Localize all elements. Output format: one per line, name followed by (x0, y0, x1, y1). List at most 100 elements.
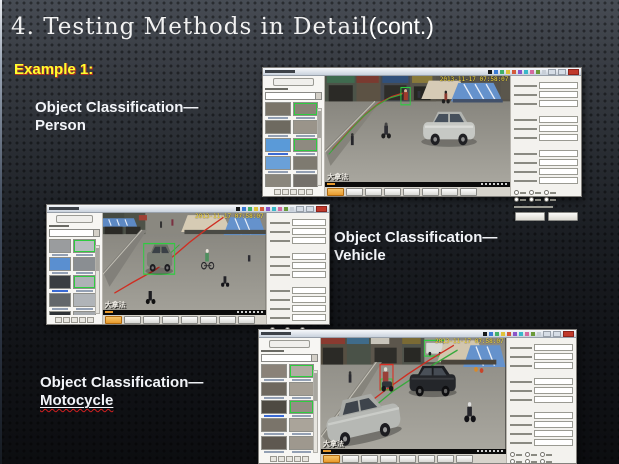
detection-thumbnail[interactable] (293, 102, 319, 118)
playback-button[interactable] (200, 316, 217, 324)
detection-thumbnail[interactable] (293, 138, 319, 154)
field-input[interactable] (539, 168, 578, 175)
video-seekbar[interactable] (321, 449, 506, 454)
field-input[interactable] (534, 439, 573, 446)
pager-button[interactable] (294, 456, 301, 462)
field-input[interactable] (292, 219, 326, 226)
detection-thumbnail[interactable] (265, 120, 291, 136)
play-button-active[interactable] (323, 455, 340, 463)
toolbar-icon[interactable] (248, 207, 252, 211)
detection-thumbnail[interactable] (293, 120, 319, 136)
toolbar-icon[interactable] (537, 332, 541, 336)
pager-button[interactable] (63, 317, 70, 323)
detection-thumbnail[interactable] (73, 293, 95, 309)
filter-dropdown[interactable] (261, 354, 318, 362)
toolbar-icon[interactable] (525, 332, 529, 336)
scrollbar[interactable] (95, 245, 100, 314)
detection-thumbnail[interactable] (293, 174, 319, 187)
field-input[interactable] (292, 305, 326, 312)
panel-button[interactable] (269, 340, 310, 348)
pager-button[interactable] (282, 189, 289, 195)
field-input[interactable] (534, 362, 573, 369)
scrollbar[interactable] (313, 370, 318, 453)
filter-dropdown[interactable] (265, 92, 322, 100)
detection-thumbnail[interactable] (293, 156, 319, 172)
toolbar-icon[interactable] (278, 207, 282, 211)
radio-option[interactable] (544, 190, 556, 195)
detection-thumbnail[interactable] (289, 418, 315, 434)
playback-button[interactable] (219, 316, 236, 324)
radio-option[interactable] (544, 197, 556, 202)
toolbar-icon[interactable] (254, 207, 258, 211)
pager-button[interactable] (87, 317, 94, 323)
detection-thumbnail[interactable] (73, 311, 95, 315)
radio-option[interactable] (529, 197, 541, 202)
toolbar-icon[interactable] (266, 207, 270, 211)
playback-button[interactable] (399, 455, 416, 463)
playback-button[interactable] (422, 188, 439, 196)
field-input[interactable] (534, 412, 573, 419)
playback-button[interactable] (361, 455, 378, 463)
playback-button[interactable] (460, 188, 477, 196)
toolbar-icon[interactable] (501, 332, 505, 336)
field-input[interactable] (534, 353, 573, 360)
playback-button[interactable] (418, 455, 435, 463)
window-titlebar[interactable] (47, 205, 329, 213)
detection-thumbnail[interactable] (49, 275, 71, 291)
detection-thumbnail[interactable] (73, 239, 95, 255)
playback-button[interactable] (441, 188, 458, 196)
field-input[interactable] (292, 296, 326, 303)
radio-option[interactable] (514, 190, 526, 195)
detection-thumbnail[interactable] (289, 436, 315, 452)
field-input[interactable] (292, 314, 326, 321)
toolbar-icon[interactable] (500, 70, 504, 74)
video-seekbar[interactable] (325, 182, 510, 187)
video-viewport[interactable]: 2013-11-17 07:58:07 大拿法 (325, 76, 510, 182)
detection-thumbnail[interactable] (73, 257, 95, 273)
detection-thumbnail[interactable] (49, 239, 71, 255)
toolbar-icon[interactable] (488, 70, 492, 74)
toolbar-icon[interactable] (518, 70, 522, 74)
cancel-button[interactable] (548, 212, 578, 221)
playback-button[interactable] (437, 455, 454, 463)
field-input[interactable] (539, 100, 578, 107)
field-input[interactable] (292, 287, 326, 294)
radio-option[interactable] (525, 459, 537, 464)
close-icon[interactable] (563, 331, 574, 337)
detection-thumbnail[interactable] (265, 102, 291, 118)
panel-button[interactable] (273, 78, 314, 86)
toolbar-icon[interactable] (507, 332, 511, 336)
field-input[interactable] (539, 125, 578, 132)
toolbar-icon[interactable] (236, 207, 240, 211)
field-input[interactable] (539, 116, 578, 123)
playback-button[interactable] (384, 188, 401, 196)
detection-thumbnail[interactable] (261, 400, 287, 416)
toolbar-icon[interactable] (519, 332, 523, 336)
playback-button[interactable] (181, 316, 198, 324)
detection-thumbnail[interactable] (265, 174, 291, 187)
toolbar-icon[interactable] (530, 70, 534, 74)
field-input[interactable] (292, 237, 326, 244)
panel-button[interactable] (56, 215, 93, 223)
radio-option[interactable] (525, 452, 537, 457)
maximize-button[interactable] (558, 69, 566, 75)
video-seekbar[interactable] (103, 310, 266, 315)
maximize-button[interactable] (306, 206, 314, 212)
toolbar-icon[interactable] (524, 70, 528, 74)
playback-button[interactable] (365, 188, 382, 196)
toolbar-icon[interactable] (531, 332, 535, 336)
playback-button[interactable] (124, 316, 141, 324)
toolbar-icon[interactable] (290, 207, 294, 211)
minimize-button[interactable] (296, 206, 304, 212)
field-input[interactable] (539, 150, 578, 157)
detection-thumbnail[interactable] (261, 364, 287, 380)
field-input[interactable] (539, 177, 578, 184)
playback-button[interactable] (380, 455, 397, 463)
pager-button[interactable] (71, 317, 78, 323)
playback-button[interactable] (162, 316, 179, 324)
detection-thumbnail[interactable] (289, 400, 315, 416)
radio-option[interactable] (540, 452, 552, 457)
pager-button[interactable] (306, 189, 313, 195)
scrollbar[interactable] (317, 108, 322, 186)
toolbar-icon[interactable] (494, 70, 498, 74)
